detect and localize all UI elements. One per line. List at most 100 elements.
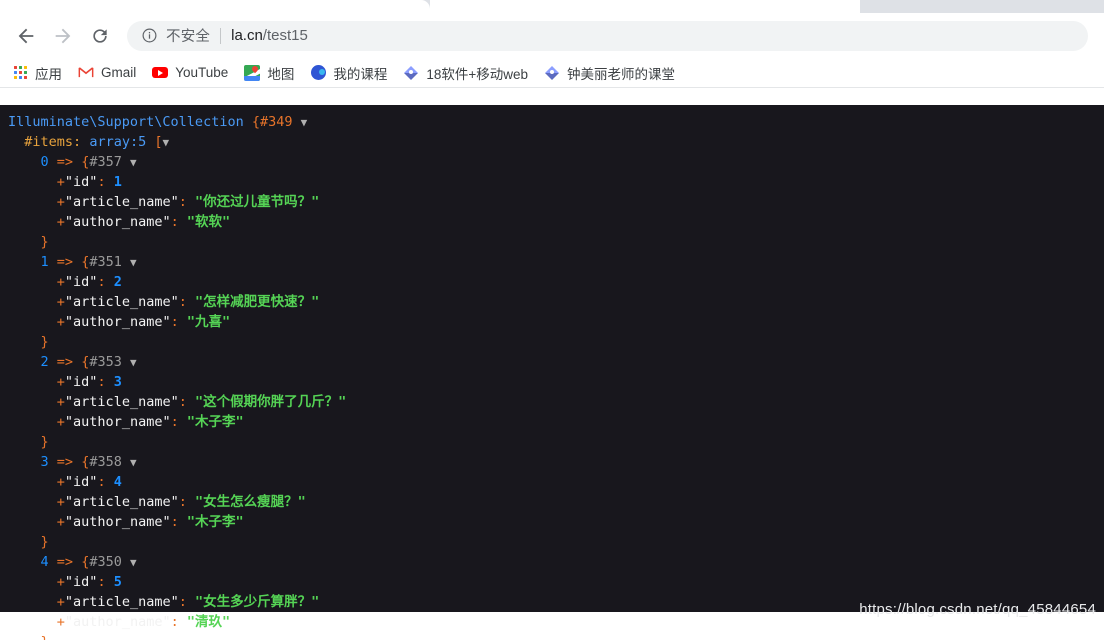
plus-token: + <box>56 414 65 430</box>
apps-grid-icon <box>12 65 28 81</box>
plus-token: + <box>56 474 65 490</box>
colon-token: : <box>170 414 179 430</box>
field-value-article-name: "女生怎么瘦腿？" <box>195 494 306 510</box>
plus-token: + <box>56 494 65 510</box>
plus-token: + <box>56 314 65 330</box>
field-key: "article_name" <box>64 594 179 610</box>
browser-tab-active[interactable] <box>0 0 430 13</box>
bookmark-maps[interactable]: 地图 <box>242 61 302 85</box>
bookmarks-bar: 应用 Gmail YouTube 地图 我的课程 18软件+移动web 钟美丽老… <box>0 58 1104 88</box>
diamond-icon <box>544 65 560 81</box>
bookmark-label: 我的课程 <box>333 66 388 82</box>
field-key: "author_name" <box>64 314 171 330</box>
dump-field-id: +"id": 1 <box>0 172 1104 192</box>
var-dump-output: Illuminate\Support\Collection {#349 ▼ #i… <box>0 105 1104 640</box>
dump-field-author-name: +"author_name": "九喜" <box>0 312 1104 332</box>
colon-token: : <box>170 514 179 530</box>
brace-close: } <box>40 334 49 350</box>
bookmark-gmail[interactable]: Gmail <box>76 61 144 85</box>
back-button[interactable] <box>10 20 42 52</box>
address-bar[interactable]: 不安全 la.cn/test15 <box>127 20 1088 51</box>
field-value-id: 1 <box>113 174 122 190</box>
bookmark-label: 应用 <box>35 66 62 82</box>
dump-field-article-name: +"article_name": "这个假期你胖了几斤？" <box>0 392 1104 412</box>
field-value-author-name: "木子李" <box>186 514 244 530</box>
field-value-author-name: "软软" <box>186 214 231 230</box>
toggle-icon[interactable]: ▼ <box>130 156 137 169</box>
dump-field-author-name: +"author_name": "软软" <box>0 212 1104 232</box>
field-value-author-name: "九喜" <box>186 314 231 330</box>
field-key: "article_name" <box>64 394 179 410</box>
dump-field-id: +"id": 2 <box>0 272 1104 292</box>
browser-tab-inactive[interactable] <box>860 0 1104 13</box>
array-index: 1 <box>40 254 49 270</box>
plus-token: + <box>56 214 65 230</box>
watermark-text: https://blog.csdn.net/qq_45844654 <box>859 601 1096 618</box>
dump-field-author-name: +"author_name": "木子李" <box>0 412 1104 432</box>
colon-token: : <box>170 214 179 230</box>
field-value-id: 2 <box>113 274 122 290</box>
toggle-icon[interactable]: ▼ <box>163 136 170 149</box>
field-value-article-name: "这个假期你胖了几斤？" <box>195 394 347 410</box>
omnibox-divider <box>220 27 222 44</box>
dump-entry-close: } <box>0 332 1104 352</box>
colon-token: : <box>178 394 187 410</box>
browser-toolbar: 不安全 la.cn/test15 <box>0 13 1104 58</box>
colon-token: : <box>170 614 179 630</box>
brace-close: } <box>41 634 49 640</box>
field-key: "article_name" <box>64 194 179 210</box>
bookmark-youtube[interactable]: YouTube <box>150 61 236 85</box>
field-value-article-name: "你还过儿童节吗？" <box>195 194 320 210</box>
colon-token: : <box>97 174 106 190</box>
dump-field-article-name: +"article_name": "你还过儿童节吗？" <box>0 192 1104 212</box>
brace-close: } <box>40 534 49 550</box>
colon-token: : <box>178 194 187 210</box>
array-index: 2 <box>40 354 49 370</box>
toggle-icon[interactable]: ▼ <box>130 356 137 369</box>
field-value-article-name: "女生多少斤算胖？" <box>195 594 320 610</box>
dump-entry-close: } <box>0 532 1104 552</box>
toggle-icon[interactable]: ▼ <box>130 256 137 269</box>
dump-field-article-name: +"article_name": "女生怎么瘦腿？" <box>0 492 1104 512</box>
field-value-id: 3 <box>113 374 122 390</box>
field-key: "id" <box>64 374 98 390</box>
forward-button[interactable] <box>47 20 79 52</box>
info-circle-icon[interactable] <box>141 27 158 44</box>
course-circle-icon <box>310 65 326 81</box>
array-index: 4 <box>40 554 49 570</box>
bookmark-apps[interactable]: 应用 <box>10 61 70 85</box>
arrow-right-icon <box>52 25 74 47</box>
toggle-icon[interactable]: ▼ <box>301 116 308 129</box>
dump-entry-close: } <box>0 232 1104 252</box>
field-key: "id" <box>64 474 98 490</box>
field-key: "author_name" <box>64 514 171 530</box>
reload-button[interactable] <box>84 20 116 52</box>
bracket-open: [ <box>154 134 163 150</box>
type-label: array:5 <box>89 134 147 150</box>
colon-token: : <box>97 474 106 490</box>
gmail-icon <box>78 65 94 81</box>
object-ref: #351 <box>89 254 122 270</box>
colon-token: : <box>97 274 106 290</box>
dump-field-article-name: +"article_name": "怎样减肥更快速？" <box>0 292 1104 312</box>
url-path: /test15 <box>262 27 308 44</box>
array-index: 3 <box>40 454 49 470</box>
dump-entry-close: } <box>0 632 1104 640</box>
brace-close: } <box>40 234 49 250</box>
toggle-icon[interactable]: ▼ <box>130 456 137 469</box>
dump-line-root: Illuminate\Support\Collection {#349 ▼ <box>0 112 1104 132</box>
toggle-icon[interactable]: ▼ <box>130 556 137 569</box>
bookmark-zhongmeili-class[interactable]: 钟美丽老师的课堂 <box>542 61 683 85</box>
page-content: Illuminate\Support\Collection {#349 ▼ #i… <box>0 90 1104 640</box>
arrow-left-icon <box>15 25 37 47</box>
array-index: 0 <box>40 154 49 170</box>
object-ref: #350 <box>89 554 122 570</box>
plus-token: + <box>56 514 65 530</box>
field-value-author-name: "清玖" <box>186 614 231 630</box>
field-key: "id" <box>64 274 98 290</box>
dump-field-author-name: +"author_name": "木子李" <box>0 512 1104 532</box>
bookmark-my-courses[interactable]: 我的课程 <box>308 61 395 85</box>
dump-entry-header: 4 => {#350 ▼ <box>0 552 1104 572</box>
bookmark-18-software[interactable]: 18软件+移动web <box>401 61 536 85</box>
plus-token: + <box>56 374 65 390</box>
